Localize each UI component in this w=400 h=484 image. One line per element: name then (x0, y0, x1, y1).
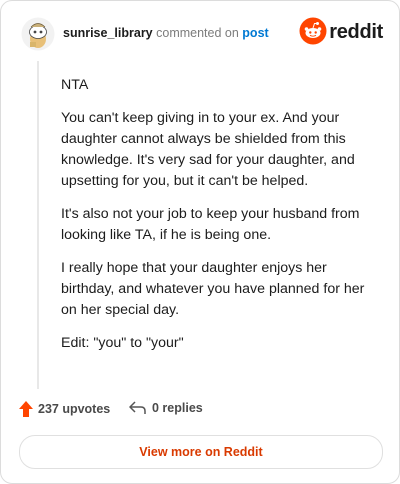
comment-header: sunrise_library commented on post reddit (19, 17, 385, 51)
comment-meta: sunrise_library commented on post (63, 26, 269, 40)
action-text: commented on (156, 26, 239, 40)
reddit-logo-icon[interactable] (299, 17, 327, 45)
thread-line (37, 61, 39, 389)
user-avatar-icon[interactable] (21, 17, 55, 51)
username-link[interactable]: sunrise_library (63, 26, 153, 40)
comment-paragraph: Edit: "you" to "your" (61, 335, 184, 351)
comment-card: sunrise_library commented on post reddit… (0, 0, 400, 484)
comment-paragraph: You can't keep giving in to your ex. And… (61, 110, 355, 189)
comment-paragraph: It's also not your job to keep your husb… (61, 206, 360, 243)
post-link[interactable]: post (242, 26, 268, 40)
view-more-button[interactable]: View more on Reddit (19, 435, 383, 469)
upvote-button[interactable]: 237 upvotes (19, 401, 110, 417)
reply-icon (129, 401, 146, 414)
brand-wordmark[interactable]: reddit (329, 21, 383, 44)
comment-paragraph: I really hope that your daughter enjoys … (61, 260, 365, 318)
comment-body: NTA You can't keep giving in to your ex.… (61, 75, 377, 366)
replies-button[interactable]: 0 replies (129, 401, 203, 415)
comment-paragraph: NTA (61, 77, 89, 93)
upvote-count: 237 upvotes (38, 402, 111, 416)
reply-count: 0 replies (152, 401, 203, 415)
upvote-arrow-icon (19, 401, 33, 417)
